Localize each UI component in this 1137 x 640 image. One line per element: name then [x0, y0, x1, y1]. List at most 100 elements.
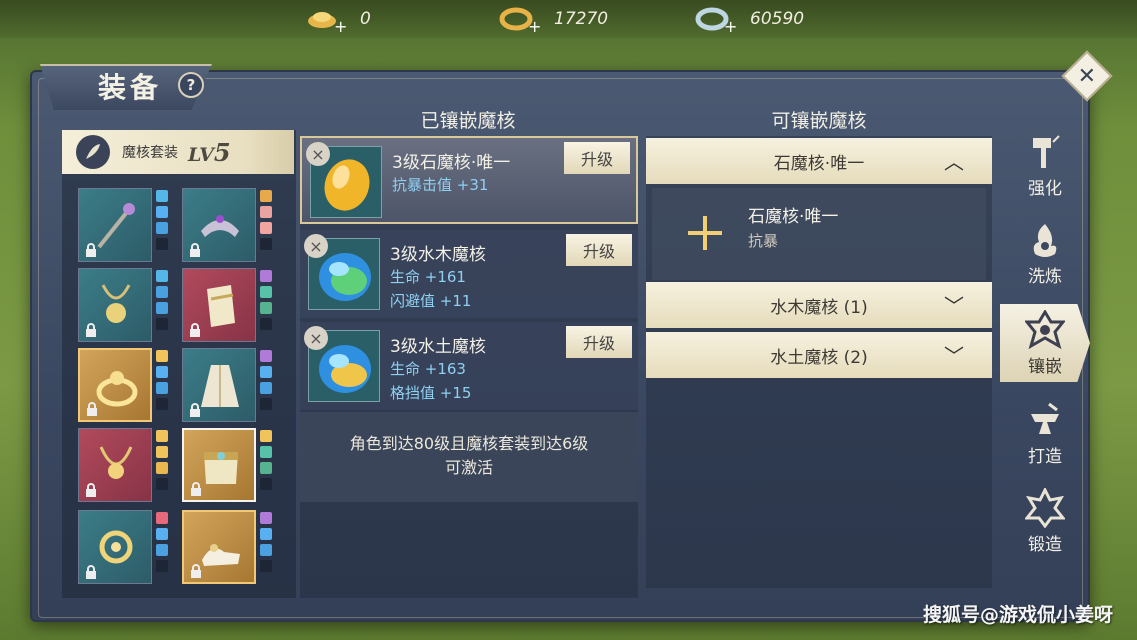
upgrade-button[interactable]: 升级 — [566, 234, 632, 266]
tab-enhance[interactable]: 强化 — [1000, 126, 1090, 204]
gold-ingot-icon: + — [304, 4, 347, 36]
available-cores-list: 石魔核·唯一 ︿ 石魔核·唯一 抗暴 水木魔核 (1) ﹀ 水土魔核 (2) ﹀ — [646, 136, 992, 588]
tab-label: 洗炼 — [1028, 266, 1062, 287]
lock-icon — [191, 482, 201, 496]
lock-icon — [86, 323, 96, 337]
lock-icon — [87, 402, 97, 416]
gem-column — [260, 270, 274, 334]
embedded-core-item[interactable]: × 3级水木魔核 生命 +161 闪避值 +11 升级 — [300, 230, 638, 318]
equip-slot-amulet[interactable] — [78, 268, 152, 342]
pendant-icon — [99, 530, 133, 564]
ring-icon — [96, 371, 138, 407]
gem-column — [260, 430, 274, 494]
gem-inlay-icon — [1025, 309, 1065, 349]
core-set-header[interactable]: 魔核套装 LV5 — [62, 130, 294, 174]
lock-icon — [190, 243, 200, 257]
currency-bar: + 0 + 17270 + 60590 — [0, 0, 1137, 38]
hammer-icon — [1033, 134, 1060, 168]
page-title: 装备 — [98, 71, 163, 104]
activation-note-line1: 角色到达80级且魔核套装到达6级 — [349, 434, 589, 453]
staff-icon — [97, 203, 135, 249]
equip-slot-necklace[interactable] — [78, 428, 152, 502]
currency-gold-ingot[interactable]: + 0 — [304, 4, 371, 36]
currency-silver-ring[interactable]: + 60590 — [694, 4, 805, 36]
available-core-desc: 抗暴 — [748, 232, 779, 250]
lock-icon — [86, 483, 96, 497]
tab-forge[interactable]: 锻造 — [1000, 482, 1090, 560]
svg-text:+: + — [334, 17, 346, 34]
category-water-wood-core[interactable]: 水木魔核 (1) ﹀ — [646, 282, 992, 328]
level-prefix: LV — [188, 143, 214, 166]
embedded-core-item[interactable]: × 3级水土魔核 生命 +163 格挡值 +15 升级 — [300, 322, 638, 410]
equip-slot-crown[interactable] — [182, 188, 256, 262]
gem-column — [156, 350, 170, 414]
chevron-up-icon: ︿ — [944, 150, 964, 174]
core-set-level: LV5 — [188, 138, 231, 167]
remove-core-button[interactable]: × — [304, 326, 328, 350]
flame-icon — [1033, 223, 1057, 257]
gem-column — [156, 190, 170, 254]
core-name: 3级石魔核·唯一 — [392, 153, 511, 173]
category-water-earth-core[interactable]: 水土魔核 (2) ﹀ — [646, 332, 992, 378]
equip-slot-shoes[interactable] — [182, 510, 256, 584]
upgrade-button[interactable]: 升级 — [564, 142, 630, 174]
robe-icon — [201, 365, 239, 407]
chevron-down-icon: ﹀ — [944, 294, 964, 318]
category-label: 水土魔核 (2) — [770, 347, 868, 368]
gem-column — [260, 512, 274, 576]
feather-icon — [76, 135, 110, 169]
tab-label: 镶嵌 — [1028, 356, 1062, 377]
category-label: 石魔核·唯一 — [773, 153, 865, 174]
crown-icon — [201, 215, 239, 237]
equip-slot-pendant[interactable] — [78, 510, 152, 584]
tab-inlay[interactable]: 镶嵌 — [1000, 304, 1090, 382]
equip-slot-bracer[interactable] — [182, 268, 256, 342]
chevron-down-icon: ﹀ — [944, 344, 964, 368]
svg-text:+: + — [724, 17, 736, 34]
currency-gold-ring-value: 17270 — [554, 9, 609, 29]
available-core-item[interactable]: 石魔核·唯一 抗暴 — [652, 188, 986, 280]
tab-refine[interactable]: 洗炼 — [1000, 214, 1090, 292]
gem-column — [260, 190, 274, 254]
gem-column — [156, 430, 170, 494]
close-icon: ✕ — [1077, 63, 1097, 89]
remove-core-button[interactable]: × — [306, 142, 330, 166]
tab-label: 强化 — [1028, 178, 1062, 199]
embedded-cores-list: × 3级石魔核·唯一 抗暴击值 +31 升级 × 3级水木魔核 生命 +161 … — [300, 136, 638, 598]
equip-slot-staff[interactable] — [78, 188, 152, 262]
core-stat: 格挡值 +15 — [390, 384, 472, 402]
equip-slot-robe[interactable] — [182, 348, 256, 422]
category-stone-core[interactable]: 石魔核·唯一 ︿ — [646, 138, 992, 184]
help-button[interactable]: ? — [178, 72, 204, 98]
available-core-name: 石魔核·唯一 — [748, 207, 839, 227]
embedded-core-item[interactable]: × 3级石魔核·唯一 抗暴击值 +31 升级 — [300, 136, 638, 224]
remove-core-button[interactable]: × — [304, 234, 328, 258]
equip-slot-belt[interactable] — [182, 428, 256, 502]
anvil-icon — [1031, 402, 1059, 434]
activation-note-line2: 可激活 — [444, 458, 493, 477]
core-stat: 生命 +163 — [390, 360, 466, 378]
lock-icon — [191, 564, 201, 578]
belt-icon — [204, 452, 238, 484]
core-stat: 闪避值 +11 — [390, 292, 472, 310]
gem-column — [156, 512, 170, 576]
svg-text:+: + — [528, 17, 540, 34]
silver-ring-icon: + — [694, 4, 737, 36]
amulet-icon — [101, 284, 131, 323]
lock-icon — [86, 565, 96, 579]
currency-silver-ring-value: 60590 — [750, 9, 805, 29]
equip-slot-ring[interactable] — [78, 348, 152, 422]
level-value: 5 — [213, 137, 231, 167]
currency-gold-ring[interactable]: + 17270 — [498, 4, 609, 36]
shoes-icon — [202, 544, 240, 566]
equipment-list: 魔核套装 LV5 — [62, 130, 296, 598]
upgrade-button[interactable]: 升级 — [566, 326, 632, 358]
tab-craft[interactable]: 打造 — [1000, 394, 1090, 472]
lock-icon — [86, 243, 96, 257]
embedded-cores-title: 已镶嵌魔核 — [420, 110, 516, 132]
activation-note: 角色到达80级且魔核套装到达6级 可激活 — [300, 412, 638, 502]
lock-icon — [190, 403, 200, 417]
plus-icon — [688, 216, 722, 250]
core-set-label: 魔核套装 — [122, 145, 178, 161]
watermark: 搜狐号@游戏侃小姜呀 — [922, 604, 1113, 626]
